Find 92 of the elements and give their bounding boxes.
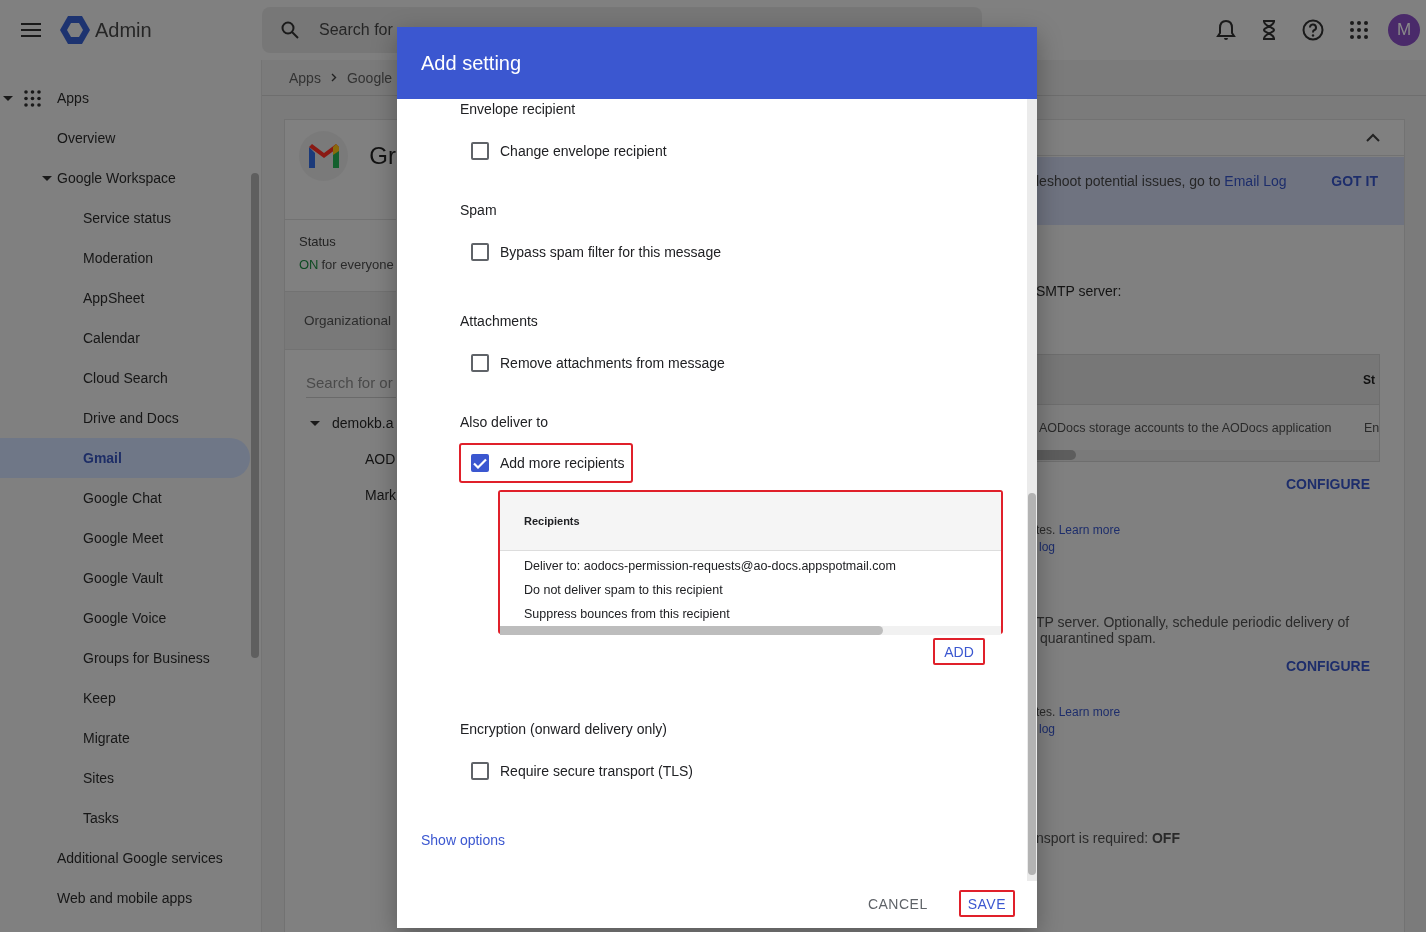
group-heading: Attachments bbox=[460, 312, 539, 331]
description-text: TP server. Optionally, schedule periodic delivery of bbox=[1036, 614, 1351, 630]
group-heading: Also deliver to bbox=[460, 413, 549, 432]
nav-item[interactable]: Google Voice bbox=[0, 598, 250, 638]
table-cell-text: Do not deliver spam to this recipient bbox=[524, 582, 724, 599]
nav-item[interactable]: Service status bbox=[0, 198, 250, 238]
nav-item[interactable]: Cloud Search bbox=[0, 358, 250, 398]
group-heading: Envelope recipient bbox=[460, 100, 577, 119]
scrollbar-thumb[interactable] bbox=[1028, 493, 1036, 875]
nav-item[interactable]: Apps bbox=[0, 78, 250, 118]
show-options-link[interactable]: Show options bbox=[421, 830, 506, 850]
menu-icon[interactable] bbox=[21, 23, 41, 37]
status-text: for everyone bbox=[321, 257, 394, 272]
app-title: Gr bbox=[369, 141, 396, 170]
configure-button[interactable]: CONFIGURE bbox=[1286, 658, 1370, 674]
status-label: Status bbox=[299, 234, 337, 249]
column-header: St bbox=[1363, 372, 1376, 387]
checkbox-option[interactable]: Add more recipients bbox=[459, 443, 633, 483]
configure-button[interactable]: CONFIGURE bbox=[1286, 476, 1370, 492]
product-name: Admin bbox=[95, 18, 153, 42]
nav-item[interactable]: Google Meet bbox=[0, 518, 250, 558]
got-it-button[interactable]: GOT IT bbox=[1331, 173, 1380, 189]
nav-item[interactable]: Calendar bbox=[0, 318, 250, 358]
nav-item[interactable]: Web and mobile apps bbox=[0, 878, 250, 918]
description-text: quarantined spam. bbox=[1039, 630, 1157, 646]
nav-item[interactable]: Tasks bbox=[0, 798, 250, 838]
group-heading: Encryption (onward delivery only) bbox=[460, 720, 668, 739]
checkbox[interactable] bbox=[471, 142, 489, 160]
table-cell-text: Suppress bounces from this recipient bbox=[524, 606, 731, 623]
group-heading: Spam bbox=[460, 201, 498, 220]
checkbox[interactable] bbox=[471, 354, 489, 372]
log-link[interactable]: log bbox=[1039, 540, 1055, 554]
table-cell-text: Deliver to: aodocs-permission-requests@ao-docs.appspotmail.com bbox=[524, 558, 897, 575]
table-cell-text: AODocs storage accounts to the AODocs application bbox=[1038, 420, 1332, 435]
nav-item[interactable]: AppSheet bbox=[0, 278, 250, 318]
nav-item[interactable]: Google Chat bbox=[0, 478, 250, 518]
help-icon[interactable] bbox=[1302, 19, 1324, 41]
avatar[interactable]: M bbox=[1388, 14, 1420, 46]
nav-item[interactable]: Groups for Business bbox=[0, 638, 250, 678]
dialog-title: Add setting bbox=[421, 51, 522, 75]
nav-item[interactable]: Sites bbox=[0, 758, 250, 798]
org-unit[interactable]: Mark bbox=[365, 487, 396, 503]
table-cell: En bbox=[1364, 420, 1379, 435]
nav-item[interactable]: Additional Google services bbox=[0, 838, 250, 878]
nav-item[interactable]: Gmail bbox=[0, 438, 250, 478]
email-log-link[interactable]: Email Log bbox=[1224, 173, 1287, 189]
description-text: nsport is required: OFF bbox=[1036, 830, 1181, 846]
checkbox-option[interactable]: Remove attachments from message bbox=[459, 343, 733, 383]
scrollbar-thumb[interactable] bbox=[500, 626, 883, 635]
checkbox-option[interactable]: Change envelope recipient bbox=[459, 131, 675, 171]
checkbox[interactable] bbox=[471, 762, 489, 780]
breadcrumb-link[interactable]: Google bbox=[346, 69, 393, 86]
bell-icon[interactable] bbox=[1216, 19, 1236, 41]
logo-icon[interactable] bbox=[60, 16, 90, 44]
banner-text: leshoot potential issues, go to Email Log bbox=[1036, 173, 1287, 189]
note-text: tes. Learn more bbox=[1036, 522, 1122, 539]
scrollbar-thumb[interactable] bbox=[1036, 450, 1076, 460]
nav-item[interactable]: Migrate bbox=[0, 718, 250, 758]
nav-item[interactable]: Google Workspace bbox=[0, 158, 250, 198]
column-header: Recipients bbox=[524, 515, 580, 527]
apps-grid-icon[interactable] bbox=[1350, 21, 1368, 39]
learn-more-link[interactable]: Learn more bbox=[1058, 523, 1121, 537]
breadcrumb-link[interactable]: Apps bbox=[289, 69, 321, 86]
checkbox[interactable] bbox=[471, 454, 489, 472]
apps-grid-icon bbox=[24, 89, 41, 107]
dialog-button[interactable]: CANCEL bbox=[858, 890, 937, 917]
org-unit[interactable]: demokb.a bbox=[332, 415, 394, 431]
chevron-up-icon[interactable] bbox=[1366, 133, 1380, 142]
learn-more-link[interactable]: Learn more bbox=[1058, 705, 1121, 719]
org-unit[interactable]: AOD bbox=[365, 451, 396, 467]
log-link[interactable]: log bbox=[1039, 722, 1055, 736]
nav-item[interactable]: Overview bbox=[0, 118, 250, 158]
org-title: Organizational bbox=[304, 313, 392, 328]
caret-icon[interactable] bbox=[3, 95, 13, 101]
scrollbar-thumb[interactable] bbox=[251, 173, 260, 658]
caret-icon[interactable] bbox=[310, 420, 320, 426]
search-icon bbox=[281, 21, 299, 39]
checkbox[interactable] bbox=[471, 243, 489, 261]
nav-item[interactable]: Drive and Docs bbox=[0, 398, 250, 438]
hourglass-icon[interactable] bbox=[1262, 20, 1276, 40]
checkbox-option[interactable]: Bypass spam filter for this message bbox=[459, 232, 729, 272]
nav-item[interactable]: Moderation bbox=[0, 238, 250, 278]
chevron-right-icon bbox=[330, 73, 337, 82]
add-button[interactable]: ADD bbox=[933, 638, 985, 665]
caret-icon[interactable] bbox=[42, 175, 52, 181]
setting-label: SMTP server: bbox=[1036, 283, 1123, 299]
note-text: tes. Learn more bbox=[1036, 704, 1122, 721]
nav-item[interactable]: Google Vault bbox=[0, 558, 250, 598]
dialog-button[interactable]: SAVE bbox=[958, 890, 1015, 917]
status-state: ON bbox=[299, 257, 319, 272]
nav-item[interactable]: Keep bbox=[0, 678, 250, 718]
checkbox-option[interactable]: Require secure transport (TLS) bbox=[459, 751, 701, 791]
